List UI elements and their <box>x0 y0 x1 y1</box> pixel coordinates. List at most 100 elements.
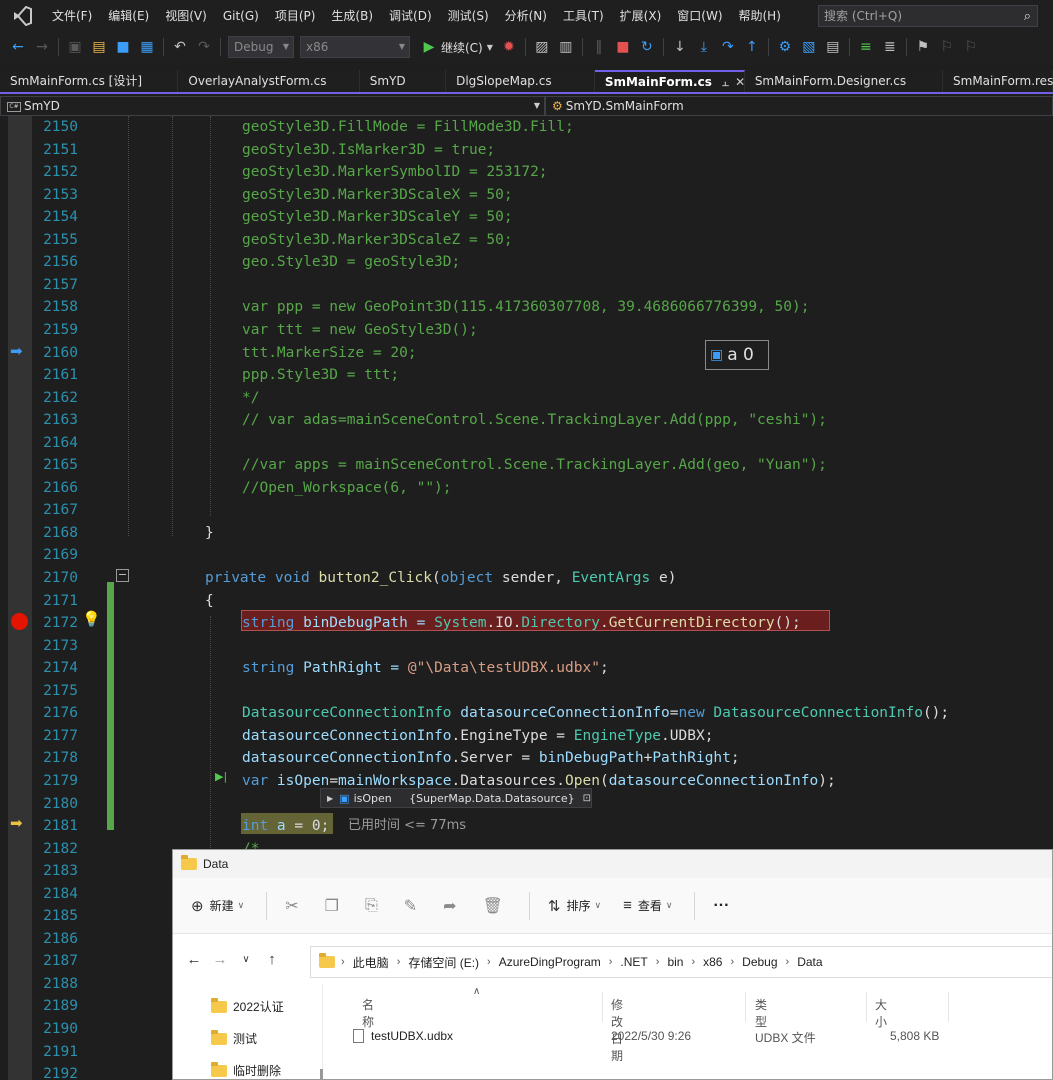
nav-folder-item[interactable]: 2022认证 <box>211 997 284 1015</box>
back-icon[interactable]: ← <box>181 951 207 968</box>
column-divider[interactable] <box>745 992 746 1022</box>
search-input[interactable]: 搜索 (Ctrl+Q) ⌕ <box>818 5 1038 27</box>
breadcrumb-item[interactable]: AzureDingProgram <box>499 955 601 969</box>
column-divider[interactable] <box>866 992 867 1022</box>
menu-test[interactable]: 测试(S) <box>440 0 497 32</box>
menu-window[interactable]: 窗口(W) <box>669 0 730 32</box>
column-size[interactable]: 大小 <box>875 996 887 1030</box>
menu-analyze[interactable]: 分析(N) <box>497 0 555 32</box>
forward-icon[interactable]: → <box>207 951 233 968</box>
undo-icon[interactable]: ↶ <box>170 37 190 57</box>
hot-reload-icon[interactable]: ✹ <box>499 37 519 57</box>
breadcrumb-item[interactable]: 存储空间 (E:) <box>408 954 479 971</box>
menu-edit[interactable]: 编辑(E) <box>100 0 157 32</box>
expand-icon[interactable]: ▶ <box>327 794 333 803</box>
lightbulb-icon[interactable]: 💡 <box>82 610 101 628</box>
platform-select[interactable]: x86 ▼ <box>300 36 410 58</box>
menu-project[interactable]: 项目(P) <box>267 0 324 32</box>
tab-overlayanalystform[interactable]: OverlayAnalystForm.cs <box>178 70 360 92</box>
tab-dlgslopemap[interactable]: DlgSlopeMap.cs <box>446 70 595 92</box>
config-select[interactable]: Debug ▼ <box>228 36 294 58</box>
view-button[interactable]: ≡ 查看 ∨ <box>623 897 672 914</box>
bookmark-icon[interactable]: ⚑ <box>913 37 933 57</box>
menu-debug[interactable]: 调试(D) <box>381 0 440 32</box>
uncomment-icon[interactable]: ≣ <box>880 37 900 57</box>
forward-icon[interactable]: → <box>32 37 52 57</box>
new-button[interactable]: ⊕ 新建 ∨ <box>191 897 244 915</box>
rename-icon[interactable]: ✎ <box>404 896 417 916</box>
continue-button[interactable]: ▶ 继续(C) ▼ <box>417 37 493 57</box>
delete-icon[interactable]: 🗑 <box>483 896 503 916</box>
nav-folder-item[interactable]: 临时删除 <box>211 1061 281 1079</box>
breadcrumb-item[interactable]: .NET <box>620 955 647 969</box>
copy-icon[interactable]: ❐ <box>325 896 339 916</box>
column-divider[interactable] <box>602 992 603 1022</box>
breakpoints-icon[interactable]: ▧ <box>799 37 819 57</box>
tab-smmainform-designer[interactable]: SmMainForm.Designer.cs <box>745 70 944 92</box>
save-icon[interactable]: ■ <box>113 37 133 57</box>
save-all-icon[interactable]: ▦ <box>137 37 157 57</box>
close-icon[interactable]: ✕ <box>735 75 745 89</box>
menu-help[interactable]: 帮助(H) <box>731 0 789 32</box>
prev-bookmark-icon[interactable]: ⚐ <box>937 37 957 57</box>
breadcrumb-item[interactable]: Data <box>797 955 822 969</box>
diagnostic-icon[interactable]: ⚙ <box>775 37 795 57</box>
breadcrumb-item[interactable]: bin <box>667 955 683 969</box>
current-statement-arrow-icon[interactable]: ➡ <box>10 814 23 832</box>
restart-icon[interactable]: ↻ <box>637 37 657 57</box>
threads-icon[interactable]: ▤ <box>823 37 843 57</box>
new-project-icon[interactable]: ▣ <box>65 37 85 57</box>
tab-smyd[interactable]: SmYD <box>360 70 447 92</box>
menu-file[interactable]: 文件(F) <box>44 0 100 32</box>
pin-icon[interactable]: ⫠ <box>722 75 729 89</box>
address-bar[interactable]: › 此电脑 › 存储空间 (E:) › AzureDingProgram › .… <box>310 946 1052 978</box>
tab-smmainform[interactable]: SmMainForm.cs ⫠ ✕ <box>594 70 745 92</box>
next-bookmark-icon[interactable]: ⚐ <box>961 37 981 57</box>
class-dropdown[interactable]: ⚙ SmYD.SmMainForm <box>545 96 1053 116</box>
collapse-icon[interactable]: − <box>116 569 129 582</box>
debug-datatip[interactable]: ▶ ▣ isOpen {SuperMap.Data.Datasource} ⊡ <box>320 788 592 808</box>
breadcrumb-item[interactable]: Debug <box>742 955 777 969</box>
breakpoint-icon[interactable] <box>11 613 28 630</box>
step-into-icon[interactable]: ⤓ <box>694 37 714 57</box>
cut-icon[interactable]: ✂ <box>285 896 298 916</box>
menu-git[interactable]: Git(G) <box>215 0 267 32</box>
layout-icon[interactable]: ▥ <box>556 37 576 57</box>
explorer-title-bar[interactable]: Data <box>173 850 1052 878</box>
nav-folder-item[interactable]: 测试 <box>211 1029 257 1047</box>
pin-icon[interactable]: ⊡ <box>583 793 591 804</box>
attach-icon[interactable]: ▨ <box>532 37 552 57</box>
redo-icon[interactable]: ↷ <box>194 37 214 57</box>
tab-smmainform-res[interactable]: SmMainForm.res <box>943 70 1053 92</box>
breadcrumb-item[interactable]: 此电脑 <box>353 954 389 971</box>
menu-tools[interactable]: 工具(T) <box>555 0 612 32</box>
recent-locations-icon[interactable]: ∨ <box>233 954 259 965</box>
project-dropdown[interactable]: C# SmYD ▼ <box>0 96 545 116</box>
breadcrumb-item[interactable]: x86 <box>703 955 722 969</box>
sort-button[interactable]: ⇅ 排序 ∨ <box>548 897 601 915</box>
column-name[interactable]: 名称 <box>362 996 374 1030</box>
paste-icon[interactable]: ⎘ <box>365 897 378 915</box>
column-divider[interactable] <box>948 992 949 1022</box>
comment-icon[interactable]: ≡ <box>856 37 876 57</box>
tab-smmainform-design[interactable]: SmMainForm.cs [设计] <box>0 70 179 92</box>
file-row[interactable]: testUDBX.udbx 2022/5/30 9:26 UDBX 文件 5,8… <box>353 1029 1052 1053</box>
code-line: var ttt = new GeoStyle3D(); <box>0 319 1053 342</box>
bookmark-arrow-icon[interactable]: ➡ <box>10 342 23 360</box>
scrollbar[interactable] <box>320 1069 323 1079</box>
step-out-icon[interactable]: ↑ <box>742 37 762 57</box>
stop-icon[interactable]: ■ <box>613 37 633 57</box>
share-icon[interactable]: ➦ <box>443 896 456 916</box>
menu-view[interactable]: 视图(V) <box>157 0 215 32</box>
pause-icon[interactable]: ‖ <box>589 37 609 57</box>
open-folder-icon[interactable]: ▤ <box>89 37 109 57</box>
menu-extensions[interactable]: 扩展(X) <box>612 0 670 32</box>
run-to-click-icon[interactable]: ▶| <box>215 770 227 783</box>
back-icon[interactable]: ← <box>8 37 28 57</box>
column-type[interactable]: 类型 <box>755 996 767 1030</box>
up-icon[interactable]: ↑ <box>259 951 285 968</box>
menu-build[interactable]: 生成(B) <box>323 0 381 32</box>
step-icon[interactable]: ↓ <box>670 37 690 57</box>
more-button[interactable]: ··· <box>713 897 729 915</box>
step-over-icon[interactable]: ↷ <box>718 37 738 57</box>
